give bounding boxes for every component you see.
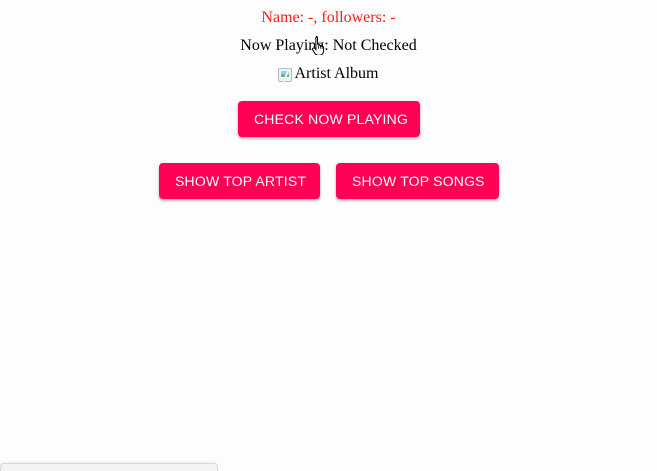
show-top-songs-button[interactable]: SHOW TOP SONGS — [336, 163, 499, 199]
artist-album-alt-text: Artist Album — [294, 65, 379, 82]
now-playing-status: Now Playing: Not Checked — [240, 37, 417, 54]
show-top-artist-button[interactable]: SHOW TOP ARTIST — [159, 163, 320, 199]
bottom-panel-edge — [0, 463, 218, 471]
artist-album-image: Artist Album — [278, 64, 379, 84]
app-root: Name: -, followers: - Now Playing: Not C… — [0, 0, 657, 471]
check-now-playing-button[interactable]: CHECK NOW PLAYING — [238, 101, 420, 137]
album-image-wrapper: Artist Album — [0, 64, 657, 87]
broken-image-icon — [278, 68, 293, 82]
artist-name-followers: Name: -, followers: - — [261, 9, 396, 26]
